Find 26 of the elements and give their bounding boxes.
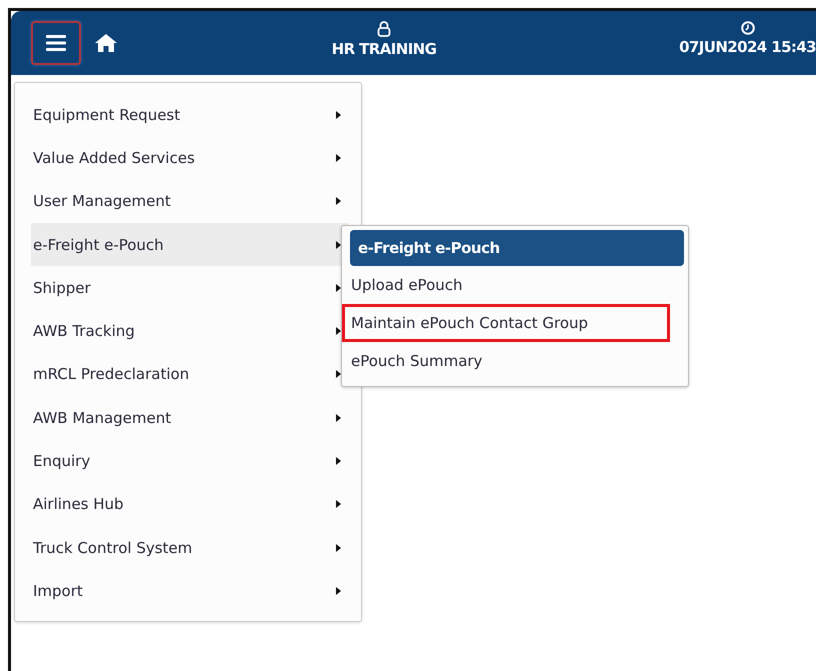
- lock-icon: [377, 21, 391, 37]
- menu-item[interactable]: User Management: [31, 180, 349, 223]
- caret-icon: [336, 110, 341, 119]
- submenu-title[interactable]: e-Freight e-Pouch: [350, 230, 684, 266]
- menu-item[interactable]: Import: [31, 569, 349, 613]
- menu-icon: [46, 35, 66, 51]
- menu-item[interactable]: Value Added Services: [31, 136, 349, 180]
- caret-icon: [336, 457, 341, 466]
- caret-icon: [336, 197, 341, 206]
- user-name: HR TRAINING: [332, 40, 436, 58]
- home-icon[interactable]: [95, 34, 117, 52]
- menu-item[interactable]: Enquiry: [31, 439, 349, 483]
- menu-item[interactable]: Airlines Hub: [31, 482, 349, 526]
- clock-icon: [740, 21, 755, 35]
- menu-item[interactable]: AWB Management: [31, 396, 349, 440]
- caret-icon: [336, 586, 341, 595]
- menu-button[interactable]: [31, 21, 81, 65]
- menu-item[interactable]: Truck Control System: [31, 526, 349, 570]
- caret-icon: [336, 544, 341, 552]
- submenu-item[interactable]: Maintain ePouch Contact Group: [342, 304, 670, 342]
- caret-icon: [336, 500, 341, 508]
- caret-icon: [336, 414, 341, 422]
- menu-item[interactable]: e-Freight e-Pouch: [31, 222, 349, 266]
- date-time: 07JUN2024 15:43: [679, 38, 816, 56]
- caret-icon: [336, 154, 341, 162]
- menu-item[interactable]: Equipment Request: [31, 93, 349, 136]
